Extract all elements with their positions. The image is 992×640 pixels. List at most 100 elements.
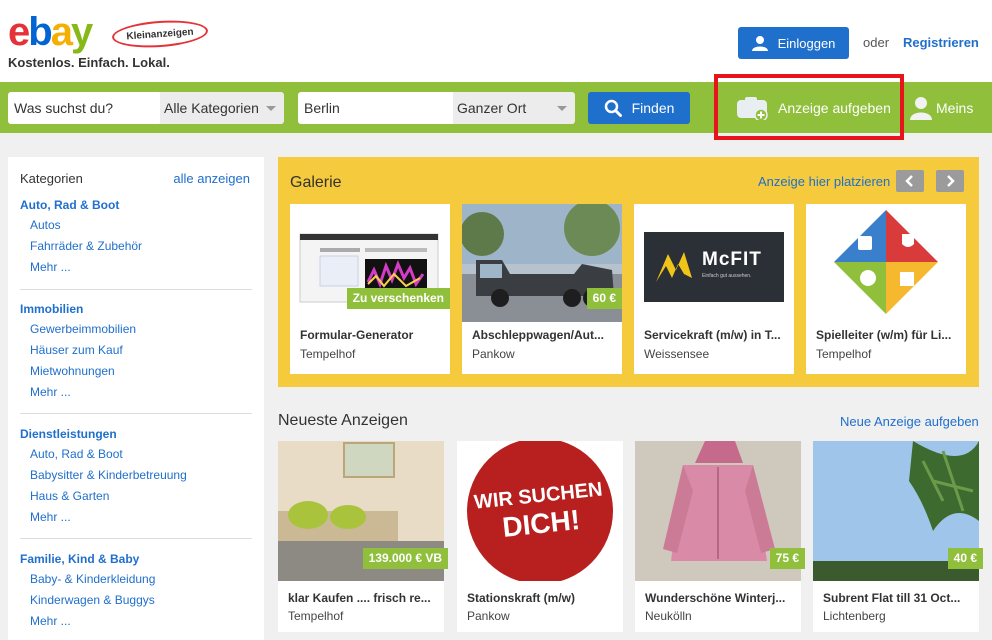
tagline: Kostenlos. Einfach. Lokal.	[8, 55, 170, 70]
ad-card[interactable]: 40 € Subrent Flat till 31 Oct... Lichten…	[813, 441, 983, 632]
card-title: Formular-Generator	[300, 328, 414, 342]
gallery-card[interactable]: McFIT Einfach gut aussehen. Servicekraft…	[634, 204, 794, 374]
ad-card[interactable]: WIR SUCHEN DICH! Stationskraft (m/w) Pan…	[457, 441, 623, 632]
card-title: klar Kaufen .... frisch re...	[288, 591, 431, 605]
card-title: Wunderschöne Winterj...	[645, 591, 786, 605]
location-input[interactable]: Berlin	[298, 92, 458, 124]
category-select[interactable]: Alle Kategorien	[160, 92, 284, 124]
card-location: Pankow	[472, 347, 515, 361]
post-ad-button[interactable]: Anzeige aufgeben	[736, 96, 891, 120]
mcfit-logo: McFIT Einfach gut aussehen.	[644, 232, 784, 302]
gallery-card[interactable]: 60 € Abschleppwagen/Aut... Pankow	[462, 204, 622, 374]
login-button[interactable]: Einloggen	[738, 27, 849, 59]
or-text: oder	[863, 35, 890, 50]
place-ad-here-link[interactable]: Anzeige hier platzieren	[758, 174, 890, 189]
sidebar-group-title[interactable]: Auto, Rad & Boot	[20, 195, 252, 215]
sidebar-group-title[interactable]: Immobilien	[20, 299, 252, 319]
kleinanzeigen-badge: Kleinanzeigen	[111, 17, 209, 51]
ad-card[interactable]: 139.000 € VB klar Kaufen .... frisch re.…	[278, 441, 448, 632]
card-location: Tempelhof	[288, 609, 344, 623]
new-ad-link[interactable]: Neue Anzeige aufgeben	[840, 414, 979, 429]
sidebar-item[interactable]: Haus & Garten	[20, 486, 252, 507]
divider	[20, 289, 252, 290]
gallery-card-image	[806, 204, 966, 322]
sidebar-heading: Kategorien	[20, 171, 83, 186]
sidebar-item[interactable]: Mietwohnungen	[20, 361, 252, 382]
radius-select[interactable]: Ganzer Ort	[453, 92, 575, 124]
sidebar-group-family: Familie, Kind & Baby Baby- & Kinderkleid…	[20, 549, 252, 632]
sidebar-item[interactable]: Häuser zum Kauf	[20, 340, 252, 361]
sidebar-group-title[interactable]: Familie, Kind & Baby	[20, 549, 252, 569]
sidebar-item[interactable]: Mehr ...	[20, 611, 252, 632]
find-label: Finden	[631, 100, 675, 116]
card-location: Tempelhof	[300, 347, 356, 361]
price-tag: 40 €	[947, 548, 983, 569]
newest-title: Neueste Anzeigen	[278, 412, 408, 429]
sidebar-item[interactable]: Mehr ...	[20, 507, 252, 528]
logo-letter: a	[50, 10, 73, 54]
divider	[20, 538, 252, 539]
gallery-card[interactable]: Spielleiter (w/m) für Li... Tempelhof	[806, 204, 966, 374]
card-title: Abschleppwagen/Aut...	[472, 328, 605, 342]
post-ad-label: Anzeige aufgeben	[778, 100, 891, 116]
category-select-value: Alle Kategorien	[164, 100, 259, 116]
sidebar-item[interactable]: Gewerbeimmobilien	[20, 319, 252, 340]
card-location: Weissensee	[644, 347, 710, 361]
search-icon	[604, 99, 622, 117]
gallery-card[interactable]: Zu verschenken Formular-Generator Tempel…	[290, 204, 450, 374]
user-icon	[910, 97, 932, 120]
ad-card-image: WIR SUCHEN DICH!	[457, 441, 623, 581]
my-account-link[interactable]: Meins	[910, 96, 973, 120]
mcfit-logo-text: McFIT	[702, 249, 762, 270]
logo-letter: y	[70, 10, 93, 54]
chevron-down-icon	[266, 106, 276, 111]
card-location: Neukölln	[645, 609, 692, 623]
sidebar-item[interactable]: Fahrräder & Zubehör	[20, 236, 252, 257]
sidebar-group-realestate: Immobilien Gewerbeimmobilien Häuser zum …	[20, 299, 252, 403]
chevron-left-icon	[905, 175, 913, 187]
gallery-prev-button[interactable]	[896, 170, 924, 192]
sidebar-item[interactable]: Mehr ...	[20, 257, 252, 278]
ebay-logo[interactable]: ebay Kleinanzeigen	[8, 10, 209, 54]
price-tag: Zu verschenken	[346, 288, 450, 309]
sidebar-item[interactable]: Autos	[20, 215, 252, 236]
chevron-right-icon	[947, 175, 955, 187]
gallery-section: Galerie Anzeige hier platzieren Zu versc…	[278, 157, 979, 387]
search-input[interactable]: Was suchst du?	[8, 92, 162, 124]
sidebar-group-services: Dienstleistungen Auto, Rad & Boot Babysi…	[20, 424, 252, 528]
logo-letter: b	[28, 10, 52, 54]
sidebar-item[interactable]: Babysitter & Kinderbetreuung	[20, 465, 252, 486]
sidebar-item[interactable]: Mehr ...	[20, 382, 252, 403]
category-sidebar: Kategorien alle anzeigen Auto, Rad & Boo…	[8, 157, 264, 640]
gallery-card-image: McFIT Einfach gut aussehen.	[634, 204, 794, 322]
sidebar-item[interactable]: Kinderwagen & Buggys	[20, 590, 252, 611]
price-tag: 75 €	[769, 548, 805, 569]
sidebar-item[interactable]: Baby- & Kinderkleidung	[20, 569, 252, 590]
find-button[interactable]: Finden	[588, 92, 690, 124]
show-all-link[interactable]: alle anzeigen	[173, 171, 250, 186]
card-title: Spielleiter (w/m) für Li...	[816, 328, 952, 342]
card-location: Tempelhof	[816, 347, 872, 361]
my-account-label: Meins	[936, 100, 974, 116]
card-title: Servicekraft (m/w) in T...	[644, 328, 781, 342]
card-location: Lichtenberg	[823, 609, 886, 623]
price-tag: 139.000 € VB	[362, 548, 448, 569]
card-title: Stationskraft (m/w)	[467, 591, 576, 605]
register-link[interactable]: Registrieren	[903, 35, 979, 50]
gallery-next-button[interactable]	[936, 170, 964, 192]
header: ebay Kleinanzeigen Kostenlos. Einfach. L…	[0, 0, 992, 82]
chevron-down-icon	[557, 106, 567, 111]
sidebar-item[interactable]: Auto, Rad & Boot	[20, 444, 252, 465]
sidebar-group-title[interactable]: Dienstleistungen	[20, 424, 252, 444]
radius-select-value: Ganzer Ort	[457, 100, 527, 116]
logo-letter: e	[8, 10, 30, 54]
mcfit-slogan: Einfach gut aussehen.	[702, 273, 752, 279]
price-tag: 60 €	[586, 288, 622, 309]
login-label: Einloggen	[777, 35, 836, 51]
camera-plus-icon	[737, 97, 768, 120]
ad-card[interactable]: 75 € Wunderschöne Winterj... Neukölln	[635, 441, 805, 632]
gallery-title: Galerie	[290, 174, 342, 191]
divider	[20, 413, 252, 414]
card-title: Subrent Flat till 31 Oct...	[823, 591, 961, 605]
sidebar-group-auto: Auto, Rad & Boot Autos Fahrräder & Zubeh…	[20, 195, 252, 278]
